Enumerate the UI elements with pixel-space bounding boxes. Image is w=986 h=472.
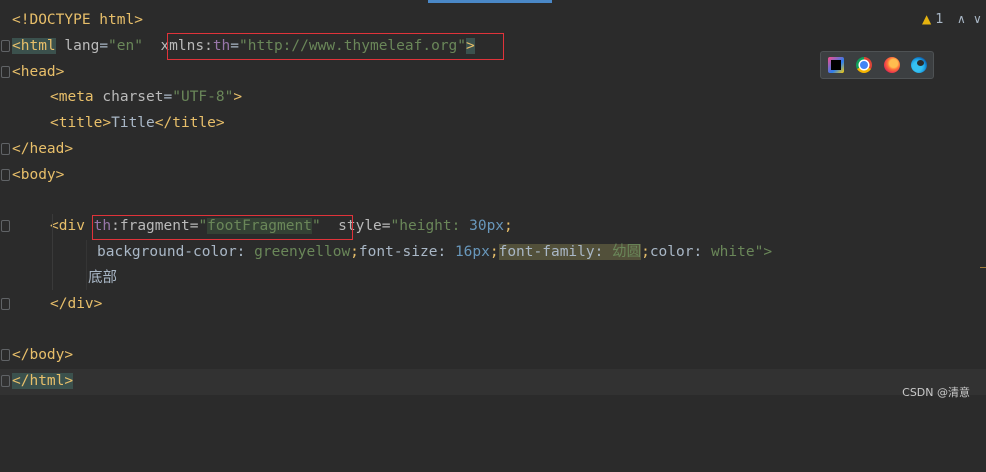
- code-line-10: background-color: greenyellow;font-size:…: [0, 240, 986, 266]
- html-open-tag: <html: [12, 37, 56, 54]
- firefox-icon[interactable]: [884, 57, 900, 73]
- watermark: CSDN @清意: [902, 386, 970, 399]
- code-line-14: </body>: [0, 343, 986, 369]
- annotation-box-fragment: [92, 215, 353, 240]
- charset-attr: charset: [102, 89, 164, 106]
- style-end: ">: [754, 244, 773, 261]
- body-close: </body>: [12, 347, 74, 364]
- scrollbar-marker[interactable]: [980, 267, 986, 268]
- code-line-12: </div>: [0, 292, 986, 318]
- doctype: <!DOCTYPE html>: [12, 12, 143, 28]
- lang-value: "en": [108, 37, 143, 54]
- indent-guide: [86, 240, 87, 290]
- sep: ;: [641, 244, 650, 261]
- code-line-7: <body>: [0, 163, 986, 189]
- font-family-prop: font-family:: [498, 244, 613, 261]
- chevron-down-icon[interactable]: ∨: [973, 12, 982, 26]
- code-line-6: </head>: [0, 137, 986, 163]
- head-open: <head>: [12, 63, 65, 80]
- intellij-icon[interactable]: [828, 57, 844, 73]
- fold-marker[interactable]: [1, 349, 10, 362]
- fold-marker[interactable]: [1, 220, 10, 233]
- charset-value: "UTF-8": [172, 89, 234, 106]
- indent-guide: [52, 214, 53, 290]
- fold-marker[interactable]: [1, 168, 10, 181]
- fold-marker[interactable]: [1, 65, 10, 78]
- body-open: <body>: [12, 166, 65, 183]
- style-sep: ;: [504, 218, 513, 235]
- div-text: 底部: [88, 269, 117, 286]
- chevron-up-icon[interactable]: ∧: [957, 12, 966, 26]
- active-tab-indicator[interactable]: [428, 0, 552, 3]
- code-line-15: </html>: [0, 369, 986, 395]
- title-text: Title: [111, 115, 155, 132]
- title-close: </title>: [154, 115, 225, 132]
- font-family-value: 幼圆: [612, 244, 642, 261]
- warning-indicator[interactable]: ▲ 1: [922, 12, 944, 27]
- chrome-icon[interactable]: [856, 57, 872, 73]
- code-line-11: 底部: [0, 266, 986, 292]
- color-prop: color:: [649, 244, 711, 261]
- edge-icon[interactable]: [911, 57, 927, 73]
- annotation-box-xmlns: [167, 33, 504, 60]
- title-open: <title>: [50, 115, 112, 132]
- fold-marker[interactable]: [1, 39, 10, 52]
- style-height-value: 30px: [469, 218, 505, 235]
- color-value: white: [710, 244, 755, 261]
- head-close: </head>: [12, 140, 74, 157]
- sep: ;: [489, 244, 499, 261]
- meta-close: >: [233, 89, 243, 106]
- style-height: "height:: [390, 218, 470, 235]
- div-close: </div>: [50, 295, 103, 312]
- code-line-1: <!DOCTYPE html>: [0, 8, 986, 34]
- browser-preview-bar: [820, 51, 934, 79]
- warning-triangle-icon: ▲: [922, 12, 932, 26]
- font-size-prop: font-size:: [358, 244, 455, 261]
- code-line-4: <meta charset="UTF-8">: [50, 89, 243, 106]
- fold-marker[interactable]: [1, 142, 10, 155]
- bg-value: greenyellow: [254, 244, 351, 261]
- div-open: <div: [50, 218, 85, 235]
- fold-marker[interactable]: [1, 375, 10, 388]
- fold-marker[interactable]: [1, 297, 10, 310]
- bg-prop: background-color:: [97, 244, 255, 261]
- sep: ;: [350, 244, 359, 261]
- font-size-value: 16px: [454, 244, 490, 261]
- code-line-5: <title>Title</title>: [0, 111, 986, 137]
- lang-attr: lang: [64, 37, 100, 54]
- warning-count: 1: [935, 12, 944, 27]
- meta-tag: <meta: [50, 89, 94, 106]
- html-close: </html>: [12, 373, 74, 390]
